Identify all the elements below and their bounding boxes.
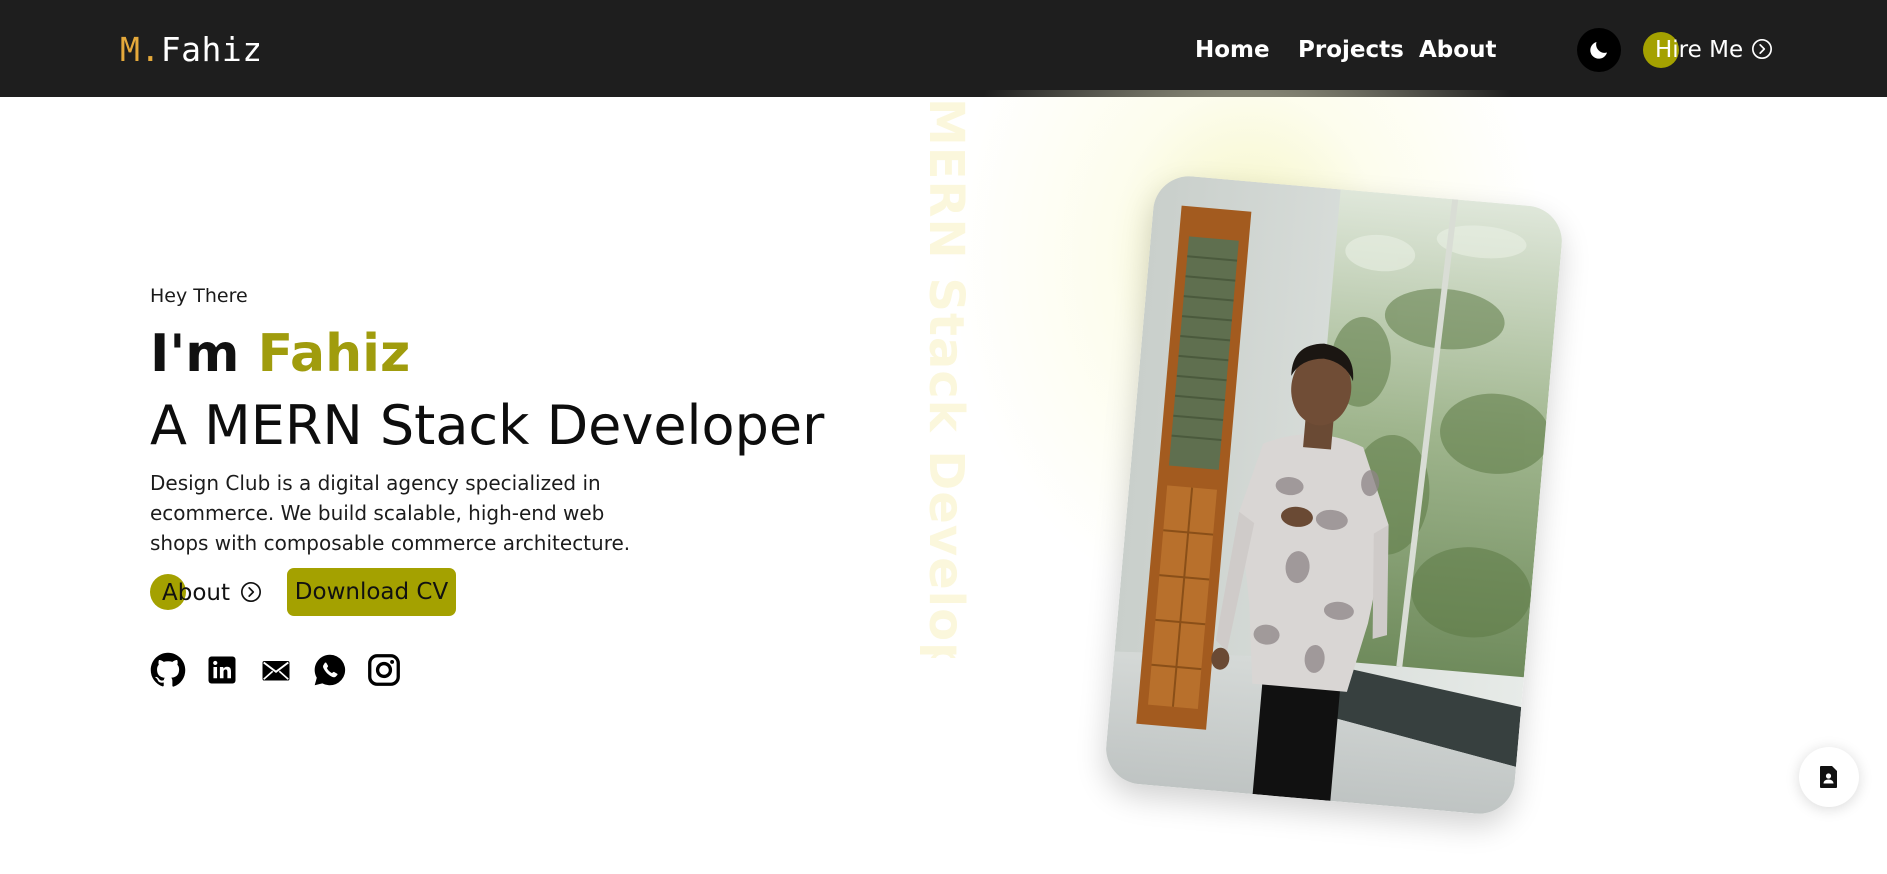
chevron-right-circle-icon bbox=[241, 582, 261, 602]
hero-intro: I'm Fahiz bbox=[150, 322, 410, 386]
moon-icon bbox=[1590, 42, 1607, 59]
nav-link-about[interactable]: About bbox=[1419, 34, 1496, 66]
hire-me-button[interactable]: Hire Me bbox=[1643, 30, 1783, 70]
chevron-right-circle-icon bbox=[1752, 39, 1772, 59]
github-icon[interactable] bbox=[150, 652, 186, 688]
hero-role: A MERN Stack Developer bbox=[150, 394, 825, 457]
hire-me-label: Hire Me bbox=[1655, 37, 1744, 63]
profile-photo bbox=[1103, 173, 1565, 817]
linkedin-icon[interactable] bbox=[204, 652, 240, 688]
intro-name: Fahiz bbox=[257, 324, 411, 384]
vertical-watermark: MERN Stack Developer bbox=[920, 98, 972, 658]
brand-prefix: M. bbox=[120, 30, 161, 69]
resume-floating-button[interactable] bbox=[1799, 747, 1859, 807]
hero-description: Design Club is a digital agency speciali… bbox=[150, 471, 631, 555]
download-cv-button[interactable]: Download CV bbox=[287, 568, 456, 616]
resume-document-icon bbox=[1820, 766, 1837, 788]
profile-photo-illustration bbox=[1103, 173, 1565, 817]
nav-link-projects[interactable]: Projects bbox=[1298, 34, 1404, 66]
instagram-icon[interactable] bbox=[366, 652, 402, 688]
about-button-label: About bbox=[162, 580, 231, 606]
mail-icon[interactable] bbox=[258, 652, 294, 688]
brand-name: Fahiz bbox=[160, 30, 263, 69]
top-navbar: M.Fahiz Home Projects About Hire Me bbox=[0, 0, 1887, 97]
about-button[interactable]: About bbox=[150, 574, 270, 612]
theme-toggle-button[interactable] bbox=[1577, 28, 1621, 72]
watermark-text: MERN Stack Developer bbox=[920, 98, 972, 658]
nav-link-home[interactable]: Home bbox=[1195, 34, 1270, 66]
whatsapp-icon[interactable] bbox=[312, 652, 348, 688]
hero-greeting: Hey There bbox=[150, 285, 248, 307]
intro-prefix: I'm bbox=[150, 324, 258, 384]
brand-logo[interactable]: M.Fahiz bbox=[120, 30, 263, 70]
